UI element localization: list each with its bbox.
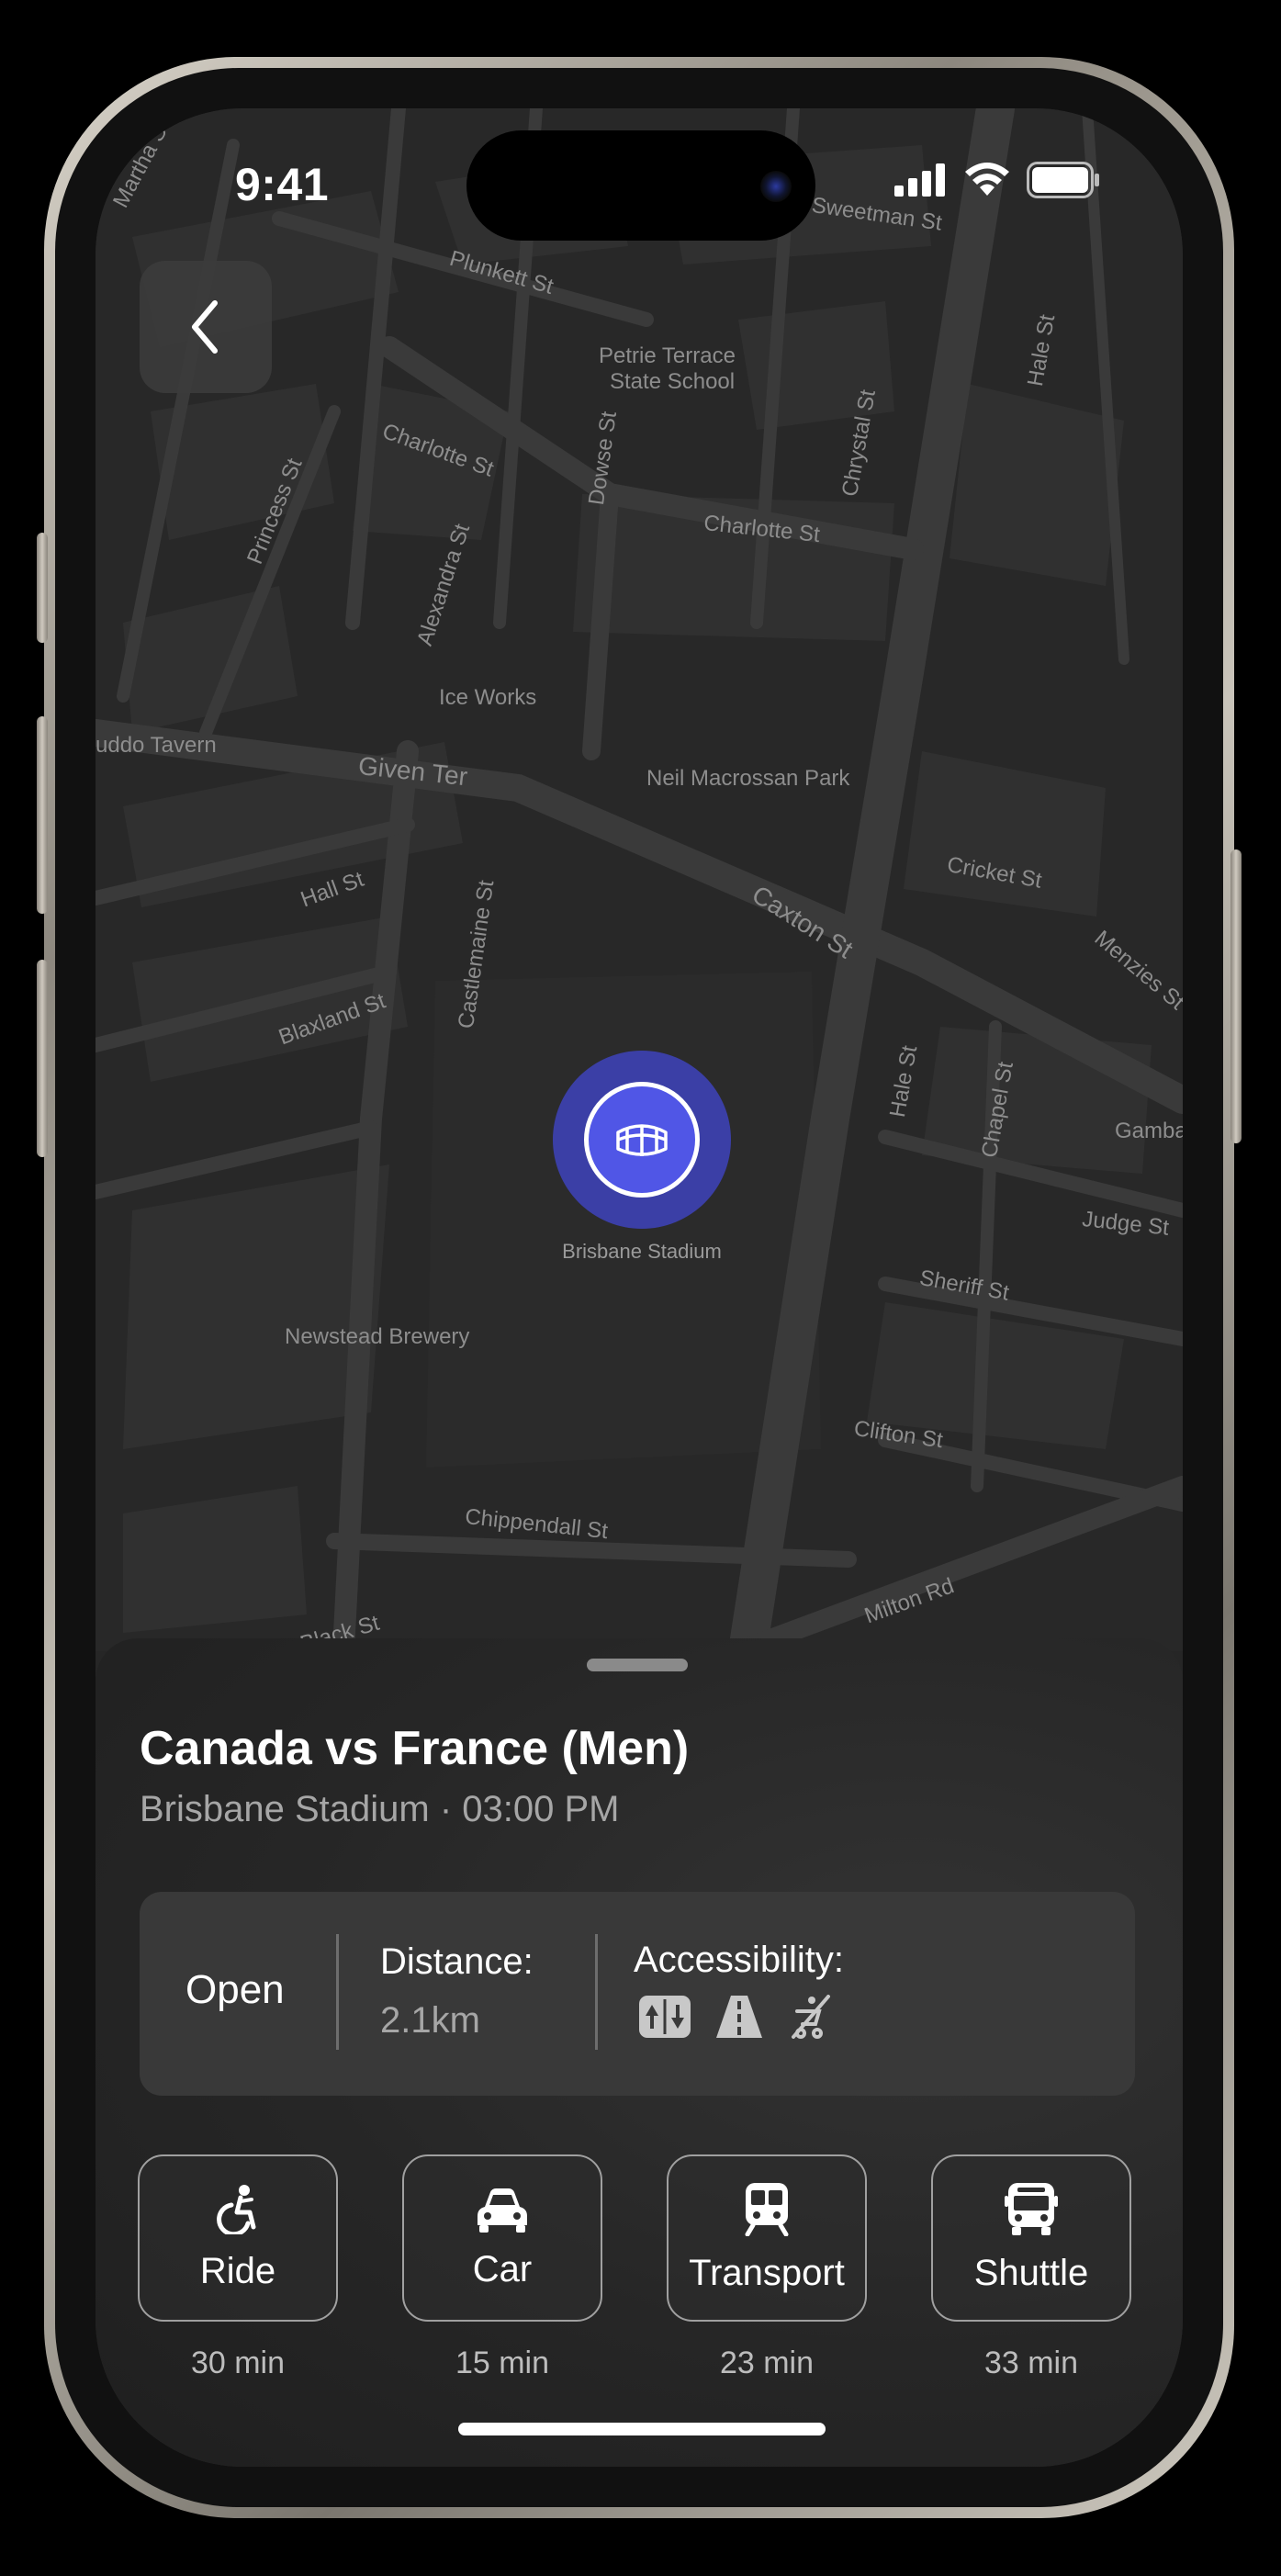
cellular-signal-icon xyxy=(894,163,945,197)
shuttle-label: Shuttle xyxy=(973,2252,1089,2293)
ride-label: Ride xyxy=(199,2250,276,2291)
home-indicator[interactable] xyxy=(458,2423,826,2435)
stadium-marker-label: Brisbane Stadium xyxy=(562,1240,722,1263)
distance-value: 2.1km xyxy=(380,2000,480,2041)
street-label: Gambar xyxy=(1115,1119,1183,1143)
street-label: uddo Tavern xyxy=(96,733,217,758)
event-bottom-sheet: Canada vs France (Men) Brisbane Stadium … xyxy=(96,1638,1183,2467)
divider xyxy=(595,1934,598,2050)
shuttle-button[interactable]: Shuttle xyxy=(931,2154,1131,2322)
shuttle-time: 33 min xyxy=(983,2345,1079,2380)
street-label: Newstead Brewery xyxy=(285,1324,470,1349)
transport-time: 23 min xyxy=(719,2345,815,2380)
car-time: 15 min xyxy=(455,2345,550,2380)
chevron-left-icon xyxy=(192,300,218,354)
status-indicators xyxy=(894,162,1100,198)
event-subtitle: Brisbane Stadium · 03:00 PM xyxy=(140,1789,620,1829)
camera-icon xyxy=(760,171,792,202)
no-stroller-icon xyxy=(792,1995,830,2039)
event-title: Canada vs France (Men) xyxy=(140,1722,690,1775)
volume-up-button xyxy=(37,716,48,914)
transport-button[interactable]: Transport xyxy=(667,2154,867,2322)
ramp-icon xyxy=(716,1996,762,2038)
transport-label: Transport xyxy=(689,2252,845,2293)
back-button[interactable] xyxy=(140,261,272,393)
action-button xyxy=(37,533,48,643)
stadium-icon xyxy=(616,1124,668,1156)
street-label: State School xyxy=(610,369,736,394)
stadium-marker[interactable] xyxy=(584,1082,700,1198)
wheelchair-icon xyxy=(217,2184,256,2234)
venue-info-card: Open Distance: 2.1km Accessibility: xyxy=(140,1892,1135,2096)
elevator-icon xyxy=(639,1996,691,2038)
accessibility-label: Accessibility: xyxy=(634,1940,844,1980)
sheet-drag-handle[interactable] xyxy=(587,1659,688,1671)
street-label: Neil Macrossan Park xyxy=(646,766,850,791)
street-label: Petrie Terrace xyxy=(599,343,736,368)
dynamic-island xyxy=(466,130,815,241)
venue-status: Open xyxy=(185,1967,285,2012)
volume-down-button xyxy=(37,960,48,1157)
car-label: Car xyxy=(472,2248,533,2289)
ride-button[interactable]: Ride xyxy=(138,2154,338,2322)
bus-icon xyxy=(1005,2182,1058,2235)
screen: Martha St Plunkett St Sweetman St Petrie… xyxy=(96,108,1183,2467)
street-label: Ice Works xyxy=(439,685,537,710)
power-button xyxy=(1230,849,1242,1143)
car-icon xyxy=(478,2188,527,2233)
battery-icon xyxy=(1027,162,1099,198)
car-button[interactable]: Car xyxy=(402,2154,602,2322)
ride-time: 30 min xyxy=(190,2345,286,2380)
divider xyxy=(336,1934,339,2050)
accessibility-icons xyxy=(639,1995,832,2039)
distance-label: Distance: xyxy=(380,1941,534,1982)
wifi-icon xyxy=(965,163,1009,196)
status-time: 9:41 xyxy=(235,159,330,210)
train-icon xyxy=(745,2182,789,2236)
